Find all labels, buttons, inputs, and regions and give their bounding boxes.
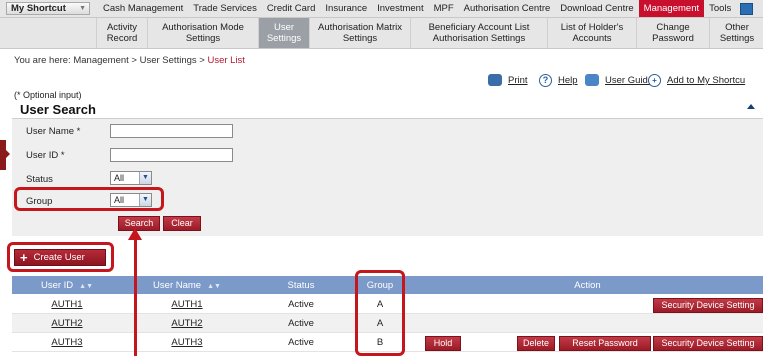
breadcrumb: You are here: Management > User Settings… bbox=[14, 55, 245, 66]
userid-link[interactable]: AUTH1 bbox=[12, 299, 122, 310]
help-link[interactable]: ? Help bbox=[539, 74, 578, 87]
status-cell: Active bbox=[288, 318, 314, 329]
username-link[interactable]: AUTH3 bbox=[122, 337, 252, 348]
menu-authorisation-centre[interactable]: Authorisation Centre bbox=[459, 3, 556, 14]
col-username-label: User Name bbox=[153, 280, 202, 291]
tab-label: Settings bbox=[185, 33, 221, 44]
username-link[interactable]: AUTH1 bbox=[122, 299, 252, 310]
add-to-shortcut-link[interactable]: + Add to My Shortcu bbox=[648, 74, 745, 87]
username-input[interactable] bbox=[110, 124, 233, 138]
status-cell: Active bbox=[288, 299, 314, 310]
status-select[interactable]: All ▼ bbox=[110, 171, 152, 185]
user-search-title: User Search bbox=[20, 102, 96, 117]
create-user-highlight-box bbox=[7, 242, 114, 272]
group-column-highlight-box bbox=[355, 270, 405, 356]
user-search-header: User Search bbox=[12, 100, 763, 119]
username-label: User Name * bbox=[26, 126, 81, 137]
user-guide-link[interactable]: User Guide bbox=[585, 74, 653, 86]
breadcrumb-path: You are here: Management > User Settings… bbox=[14, 55, 208, 66]
status-label: Status bbox=[26, 174, 53, 185]
printer-icon bbox=[488, 74, 502, 86]
tab-change-password[interactable]: Change Password bbox=[636, 18, 709, 48]
tab-label: Record bbox=[106, 33, 138, 44]
collapse-icon[interactable] bbox=[747, 104, 755, 109]
tab-activity-record[interactable]: Activity Record bbox=[96, 18, 147, 48]
chevron-down-icon: ▼ bbox=[139, 172, 151, 184]
menu-insurance[interactable]: Insurance bbox=[320, 3, 372, 14]
userid-input[interactable] bbox=[110, 148, 233, 162]
clear-button[interactable]: Clear bbox=[163, 216, 201, 231]
reset-password-button[interactable]: Reset Password bbox=[559, 336, 651, 351]
breadcrumb-current: User List bbox=[207, 55, 245, 66]
tab-label: Activity bbox=[106, 22, 138, 33]
username-link[interactable]: AUTH2 bbox=[122, 318, 252, 329]
add-to-shortcut-label: Add to My Shortcu bbox=[667, 75, 746, 86]
col-action: Action bbox=[574, 280, 601, 291]
print-link[interactable]: Print bbox=[488, 74, 528, 86]
my-shortcut-label: My Shortcut bbox=[11, 3, 66, 14]
status-value: All bbox=[114, 173, 125, 183]
tab-label: Authorisation Matrix bbox=[318, 22, 402, 33]
tab-label: Password bbox=[652, 33, 694, 44]
menu-download-centre[interactable]: Download Centre bbox=[555, 3, 638, 14]
add-icon: + bbox=[648, 74, 661, 87]
col-status: Status bbox=[287, 280, 315, 291]
col-userid-label: User ID bbox=[40, 280, 74, 291]
userid-link[interactable]: AUTH2 bbox=[12, 318, 122, 329]
user-guide-icon bbox=[585, 74, 599, 86]
tab-label: Change bbox=[656, 22, 690, 33]
tab-label: Authorisation Mode bbox=[162, 22, 244, 33]
tab-label: Authorisation Settings bbox=[432, 33, 526, 44]
tab-authorisation-mode-settings[interactable]: Authorisation Mode Settings bbox=[147, 18, 258, 48]
sub-menu-bar: Activity Record Authorisation Mode Setti… bbox=[0, 18, 763, 49]
screen-icon[interactable] bbox=[740, 2, 754, 15]
menu-credit-card[interactable]: Credit Card bbox=[262, 3, 321, 14]
delete-button[interactable]: Delete bbox=[517, 336, 555, 351]
side-toggle-tab[interactable] bbox=[0, 140, 10, 170]
user-search-form: User Name * User ID * Status All ▼ Group… bbox=[12, 119, 763, 236]
tab-label: Settings bbox=[266, 33, 302, 44]
userid-link[interactable]: AUTH3 bbox=[12, 337, 122, 348]
sort-icon: ▲▼ bbox=[207, 283, 221, 290]
menu-investment[interactable]: Investment bbox=[372, 3, 428, 14]
menu-tools[interactable]: Tools bbox=[704, 3, 736, 14]
top-menu-bar: My Shortcut ▼ Cash Management Trade Serv… bbox=[0, 0, 763, 18]
userid-label: User ID * bbox=[26, 150, 65, 161]
security-device-setting-button[interactable]: Security Device Setting bbox=[653, 336, 763, 351]
menu-cash-management[interactable]: Cash Management bbox=[98, 3, 188, 14]
tab-label: List of Holder's bbox=[560, 22, 624, 33]
tab-label: Other bbox=[725, 22, 749, 33]
col-username[interactable]: User Name ▲▼ bbox=[122, 280, 252, 291]
group-highlight-box bbox=[14, 187, 164, 211]
help-icon: ? bbox=[539, 74, 552, 87]
tab-other-settings[interactable]: Other Settings bbox=[709, 18, 763, 48]
tab-label: Accounts bbox=[572, 33, 612, 44]
print-label: Print bbox=[508, 74, 528, 86]
chevron-down-icon: ▼ bbox=[79, 5, 86, 12]
tab-user-settings[interactable]: User Settings bbox=[258, 18, 309, 48]
help-label: Help bbox=[558, 75, 578, 86]
sort-icon: ▲▼ bbox=[79, 283, 94, 290]
annotation-arrow-line bbox=[134, 238, 137, 356]
menu-mpf[interactable]: MPF bbox=[429, 3, 459, 14]
tab-label: Settings bbox=[342, 33, 378, 44]
tab-list-of-holders-accounts[interactable]: List of Holder's Accounts bbox=[547, 18, 636, 48]
user-guide-label: User Guide bbox=[605, 74, 654, 86]
security-device-setting-button[interactable]: Security Device Setting bbox=[653, 298, 763, 313]
tab-authorisation-matrix-settings[interactable]: Authorisation Matrix Settings bbox=[309, 18, 410, 48]
my-shortcut-dropdown[interactable]: My Shortcut ▼ bbox=[6, 2, 90, 15]
hold-button[interactable]: Hold bbox=[425, 336, 461, 351]
menu-trade-services[interactable]: Trade Services bbox=[188, 3, 262, 14]
menu-management[interactable]: Management bbox=[638, 0, 705, 17]
tab-label: User bbox=[273, 22, 295, 33]
tab-label: Beneficiary Account List bbox=[428, 22, 530, 33]
annotation-arrow-icon bbox=[128, 228, 142, 240]
col-userid[interactable]: User ID ▲▼ bbox=[12, 280, 122, 291]
optional-input-note: (* Optional input) bbox=[14, 90, 82, 100]
tab-label: Settings bbox=[719, 33, 755, 44]
status-cell: Active bbox=[288, 337, 314, 348]
tab-beneficiary-account-list[interactable]: Beneficiary Account List Authorisation S… bbox=[410, 18, 547, 48]
